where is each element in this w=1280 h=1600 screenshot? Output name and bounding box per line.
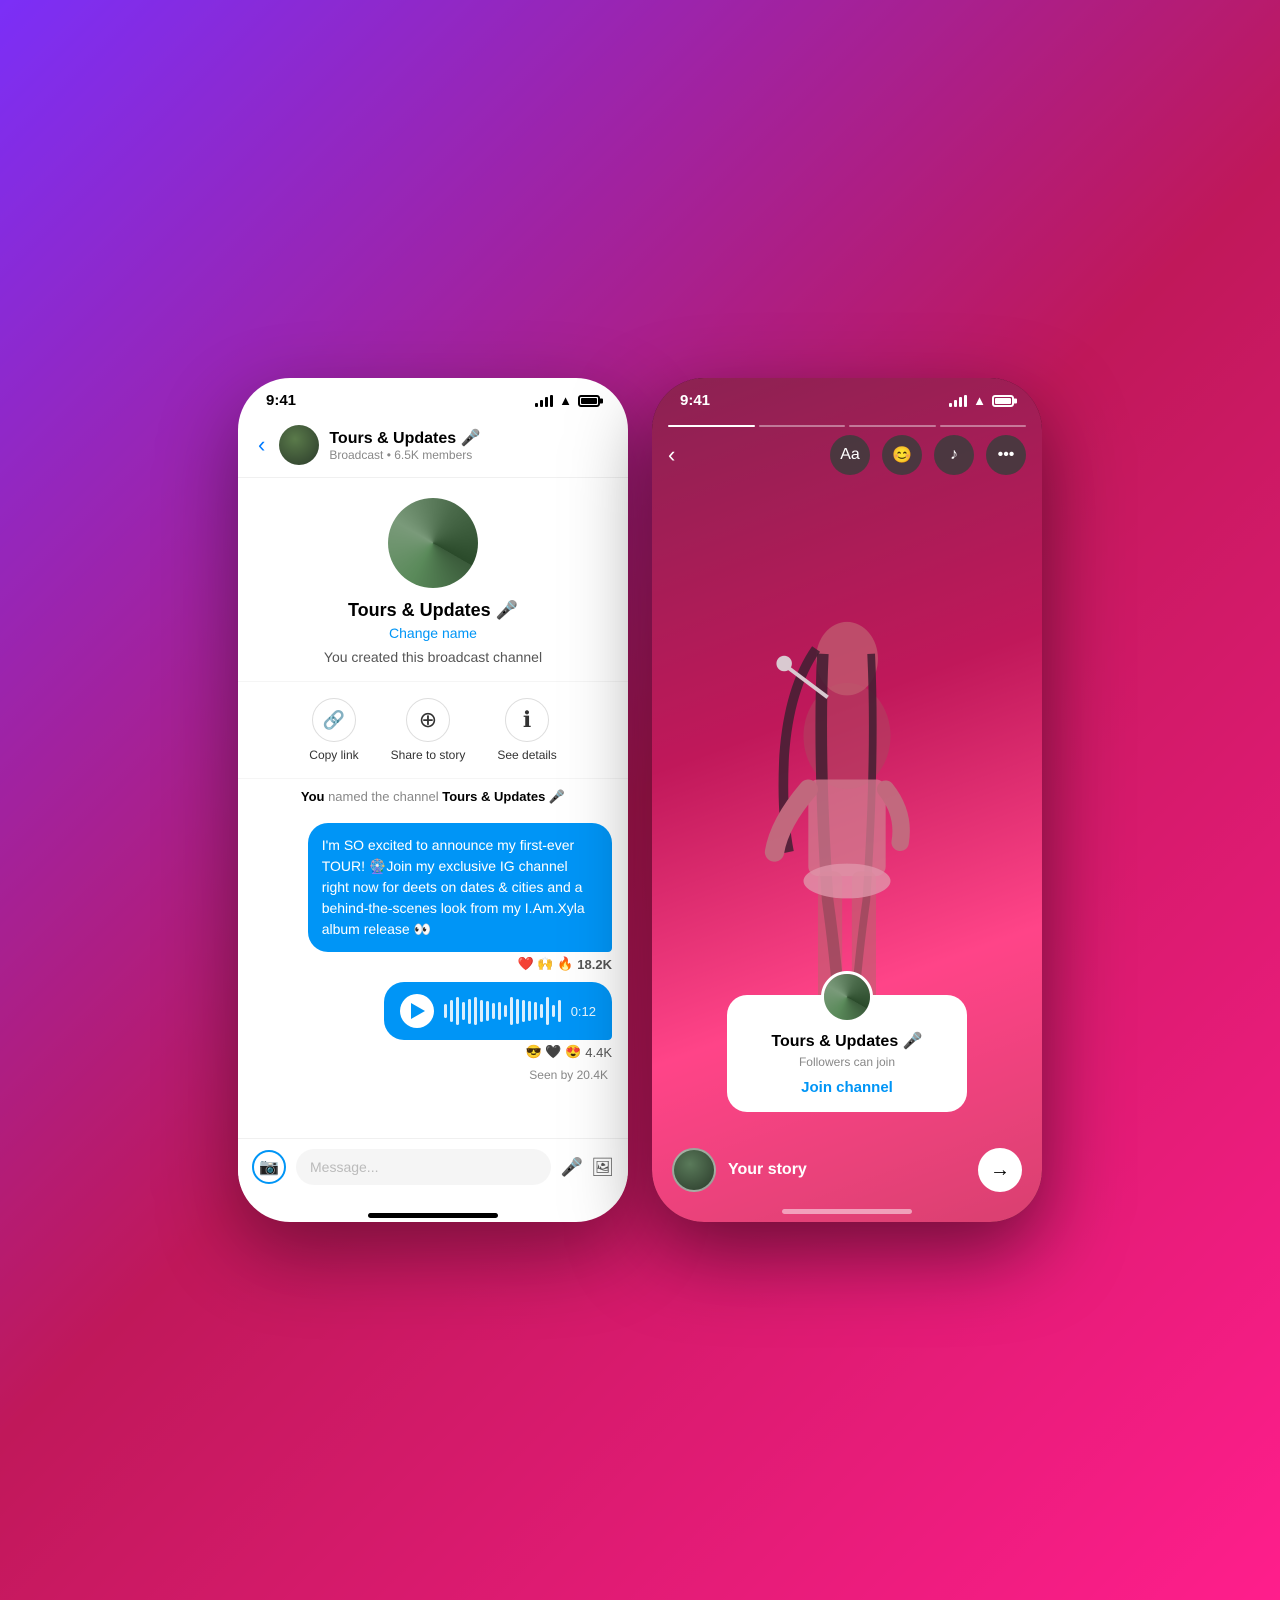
home-indicator-right [782,1209,912,1214]
system-msg-you: You [301,789,325,804]
channel-name-title: Tours & Updates 🎤 [348,600,518,621]
status-bar-right: 9:41 ▲ [652,378,1042,417]
see-details-icon: ℹ [505,698,549,742]
message-placeholder: Message... [310,1159,378,1175]
time-right: 9:41 [680,392,710,409]
phone-right-content: 9:41 ▲ ‹ [652,378,1042,1222]
see-details-label: See details [497,748,556,762]
battery-icon-dark [992,395,1014,407]
signal-icon-dark [949,395,967,407]
chat-header: ‹ Tours & Updates 🎤 Broadcast • 6.5K mem… [238,417,628,478]
action-buttons: 🔗 Copy link ⊕ Share to story ℹ See detai… [238,682,628,779]
your-story-avatar [672,1148,716,1192]
share-story-icon: ⊕ [406,698,450,742]
time-left: 9:41 [266,392,296,409]
status-bar-left: 9:41 ▲ [238,378,628,417]
emoji-tool-button[interactable]: 😊 [882,435,922,475]
channel-avatar-large [388,498,478,588]
story-back-button[interactable]: ‹ [668,442,675,468]
audio-reaction-emojis: 😎 🖤 😍 [525,1044,581,1060]
seen-by: Seen by 20.4K [254,1068,612,1086]
play-icon [411,1003,425,1019]
audio-bubble: 0:12 [384,982,612,1040]
system-msg-channel: Tours & Updates 🎤 [442,789,565,804]
join-channel-button[interactable]: Join channel [801,1079,893,1096]
phone-left: 9:41 ▲ ‹ Tours & Updates [238,378,628,1222]
waveform [444,996,561,1026]
header-channel-name: Tours & Updates 🎤 [329,428,612,448]
phone-right: 9:41 ▲ ‹ [652,378,1042,1222]
copy-link-label: Copy link [309,748,358,762]
story-card-subtitle: Followers can join [799,1055,895,1069]
reaction-count: 18.2K [577,957,612,972]
music-tool-icon: ♪ [950,446,958,464]
messages-area: I'm SO excited to announce my first-ever… [238,815,628,1138]
story-toolbar: ‹ Aa 😊 ♪ ••• [652,427,1042,487]
change-name-link[interactable]: Change name [389,625,477,641]
share-to-story-button[interactable]: → [978,1148,1022,1192]
audio-duration: 0:12 [571,1004,596,1019]
reaction-emojis: ❤️ 🙌 🔥 [518,956,574,972]
story-card-name: Tours & Updates 🎤 [771,1031,922,1051]
header-subtitle: Broadcast • 6.5K members [329,448,612,462]
message-reactions: ❤️ 🙌 🔥 18.2K [518,956,613,972]
wifi-icon-dark: ▲ [973,393,986,408]
system-message: You named the channel Tours & Updates 🎤 [238,779,628,815]
story-tools: Aa 😊 ♪ ••• [830,435,1026,475]
play-button[interactable] [400,994,434,1028]
story-progress [652,417,1042,427]
more-tool-button[interactable]: ••• [986,435,1026,475]
story-card-avatar [821,971,873,1023]
audio-reaction-count: 4.4K [585,1045,612,1060]
channel-description: You created this broadcast channel [324,649,542,665]
emoji-tool-icon: 😊 [892,445,912,465]
audio-reactions: 😎 🖤 😍 4.4K [525,1044,612,1060]
channel-avatar-small [279,425,319,465]
status-icons-right: ▲ [949,393,1014,408]
image-icon[interactable]: 🖼 [591,1157,614,1178]
channel-info: Tours & Updates 🎤 Change name You create… [238,478,628,682]
share-arrow-icon: → [990,1159,1010,1182]
copy-link-button[interactable]: 🔗 Copy link [309,698,358,762]
more-tool-icon: ••• [998,446,1015,464]
status-icons-left: ▲ [535,393,600,408]
phones-container: 9:41 ▲ ‹ Tours & Updates [238,378,1042,1222]
message-input[interactable]: Message... [296,1149,551,1185]
music-tool-button[interactable]: ♪ [934,435,974,475]
share-story-label: Share to story [391,748,466,762]
text-tool-button[interactable]: Aa [830,435,870,475]
input-bar: 📷 Message... 🎤 🖼 [238,1138,628,1205]
message-bubble: I'm SO excited to announce my first-ever… [308,823,612,952]
see-details-button[interactable]: ℹ See details [497,698,556,762]
your-story-label: Your story [728,1161,966,1179]
signal-icon [535,395,553,407]
camera-button[interactable]: 📷 [252,1150,286,1184]
text-tool-label: Aa [840,446,860,464]
mic-icon[interactable]: 🎤 [561,1157,583,1178]
battery-icon [578,395,600,407]
copy-link-icon: 🔗 [312,698,356,742]
story-channel-card: Tours & Updates 🎤 Followers can join Joi… [727,995,967,1112]
share-story-button[interactable]: ⊕ Share to story [391,698,466,762]
home-indicator-left [368,1213,498,1218]
wifi-icon: ▲ [559,393,572,408]
back-button[interactable]: ‹ [254,428,269,462]
system-msg-text: named the channel [324,789,442,804]
input-icons: 🎤 🖼 [561,1157,614,1178]
header-info: Tours & Updates 🎤 Broadcast • 6.5K membe… [329,428,612,462]
